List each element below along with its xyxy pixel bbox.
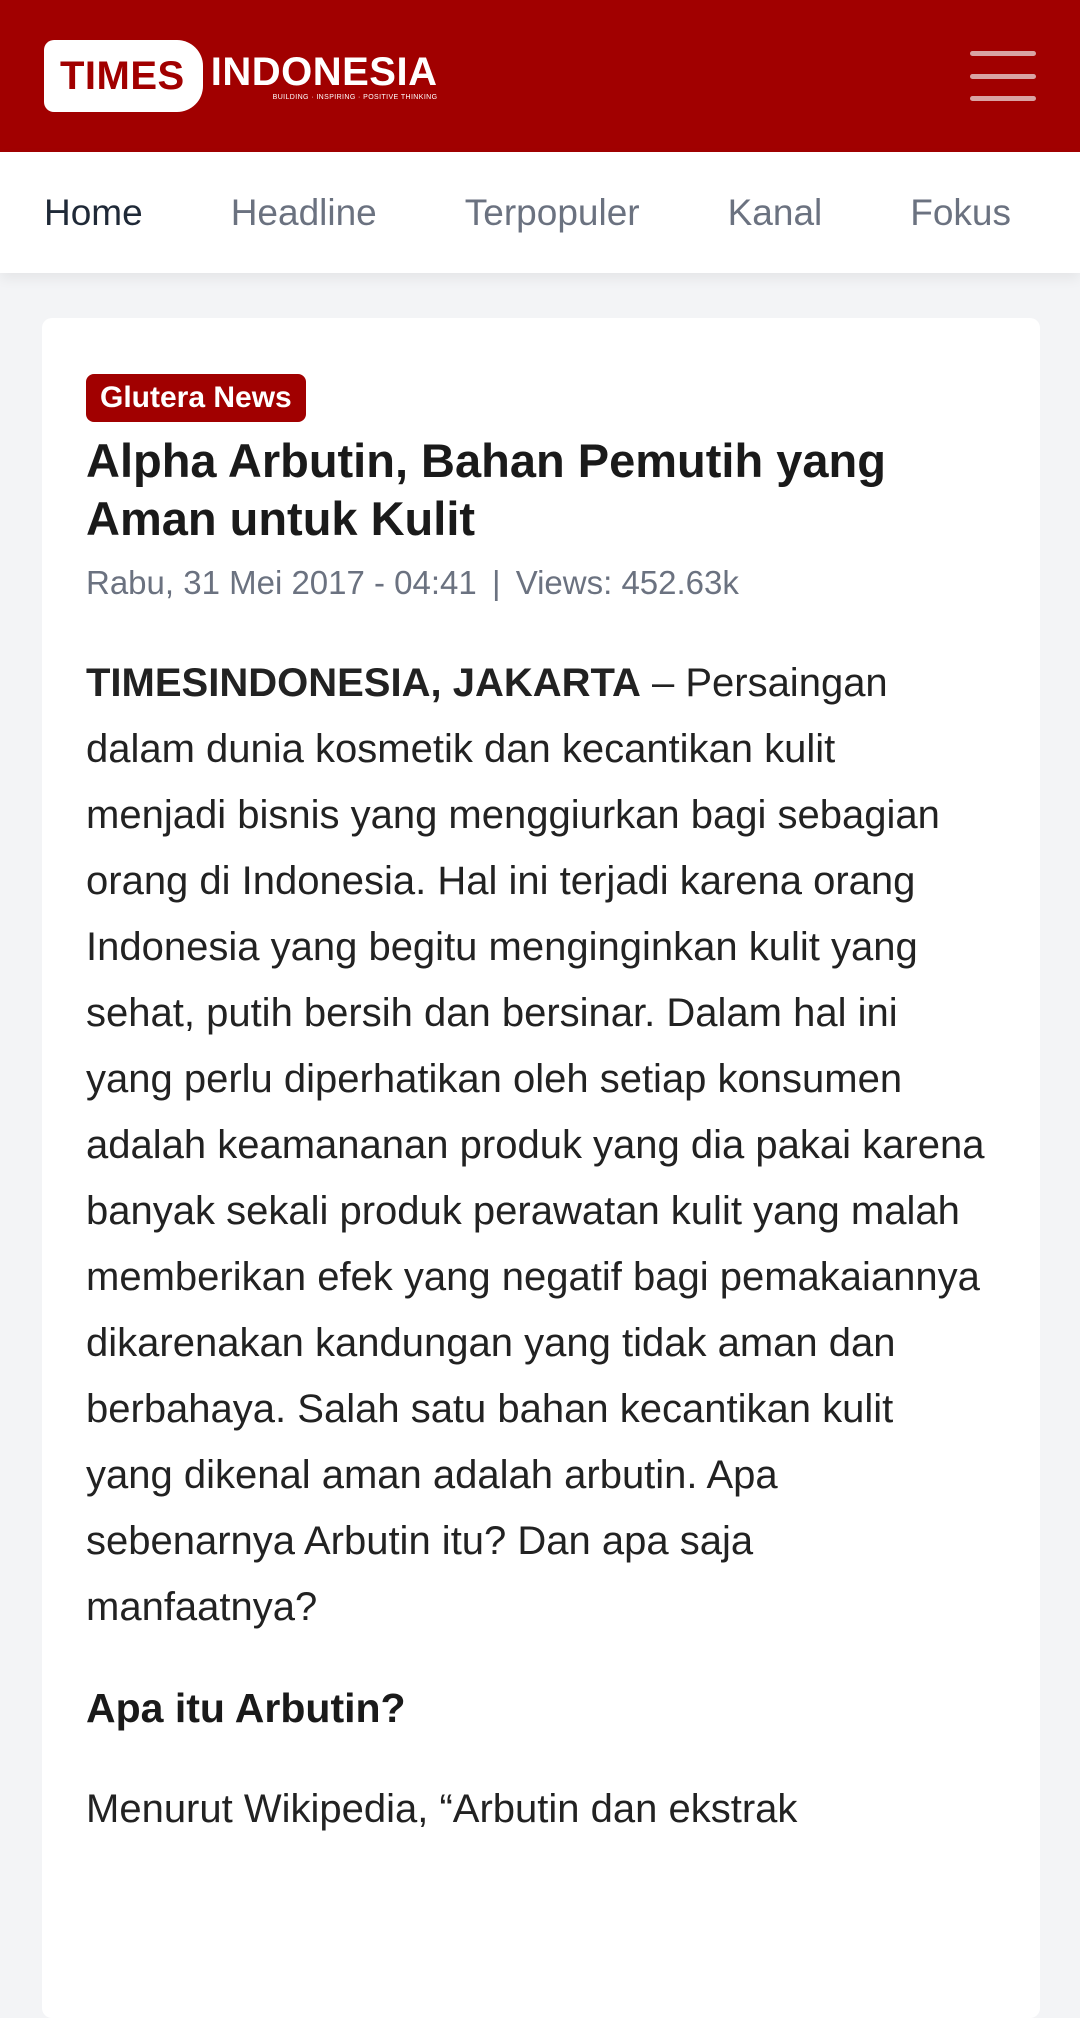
nav-item-kanal[interactable]: Kanal (684, 192, 867, 234)
logo-tagline: BUILDING · INSPIRING · POSITIVE THINKING (272, 93, 438, 101)
hamburger-menu-icon[interactable] (970, 51, 1036, 101)
article-dateline: TIMESINDONESIA, JAKARTA (86, 661, 641, 705)
article-meta: Rabu, 31 Mei 2017 - 04:41 | Views: 452.6… (86, 560, 996, 606)
site-header: TIMES INDONESIA BUILDING · INSPIRING · P… (0, 0, 1080, 152)
article-views: Views: 452.63k (515, 564, 739, 601)
nav-item-home[interactable]: Home (0, 192, 187, 234)
article-card: Glutera News Alpha Arbutin, Bahan Pemuti… (42, 318, 1040, 2018)
nav-item-fokus[interactable]: Fokus (866, 192, 1055, 234)
logo-indonesia-text: INDONESIA (210, 49, 438, 94)
meta-separator: | (491, 564, 501, 601)
nav-item-headline[interactable]: Headline (187, 192, 421, 234)
logo-times-text: TIMES (44, 40, 203, 112)
article-subheading: Apa itu Arbutin? (86, 1685, 406, 1731)
article-title: Alpha Arbutin, Bahan Pemutih yang Aman u… (86, 434, 886, 545)
main-nav: Home Headline Terpopuler Kanal Fokus (0, 152, 1080, 273)
article-lead-paragraph: TIMESINDONESIA, JAKARTA – Persaingan dal… (86, 650, 996, 1640)
nav-item-terpopuler[interactable]: Terpopuler (421, 192, 684, 234)
article-date: Rabu, 31 Mei 2017 - 04:41 (86, 564, 477, 601)
site-logo[interactable]: TIMES INDONESIA BUILDING · INSPIRING · P… (44, 40, 437, 112)
article-lead-text: – Persaingan dalam dunia kosmetik dan ke… (86, 661, 985, 1629)
category-badge[interactable]: Glutera News (86, 374, 306, 422)
article-paragraph: Menurut Wikipedia, “Arbutin dan ekstrak (86, 1787, 798, 1831)
